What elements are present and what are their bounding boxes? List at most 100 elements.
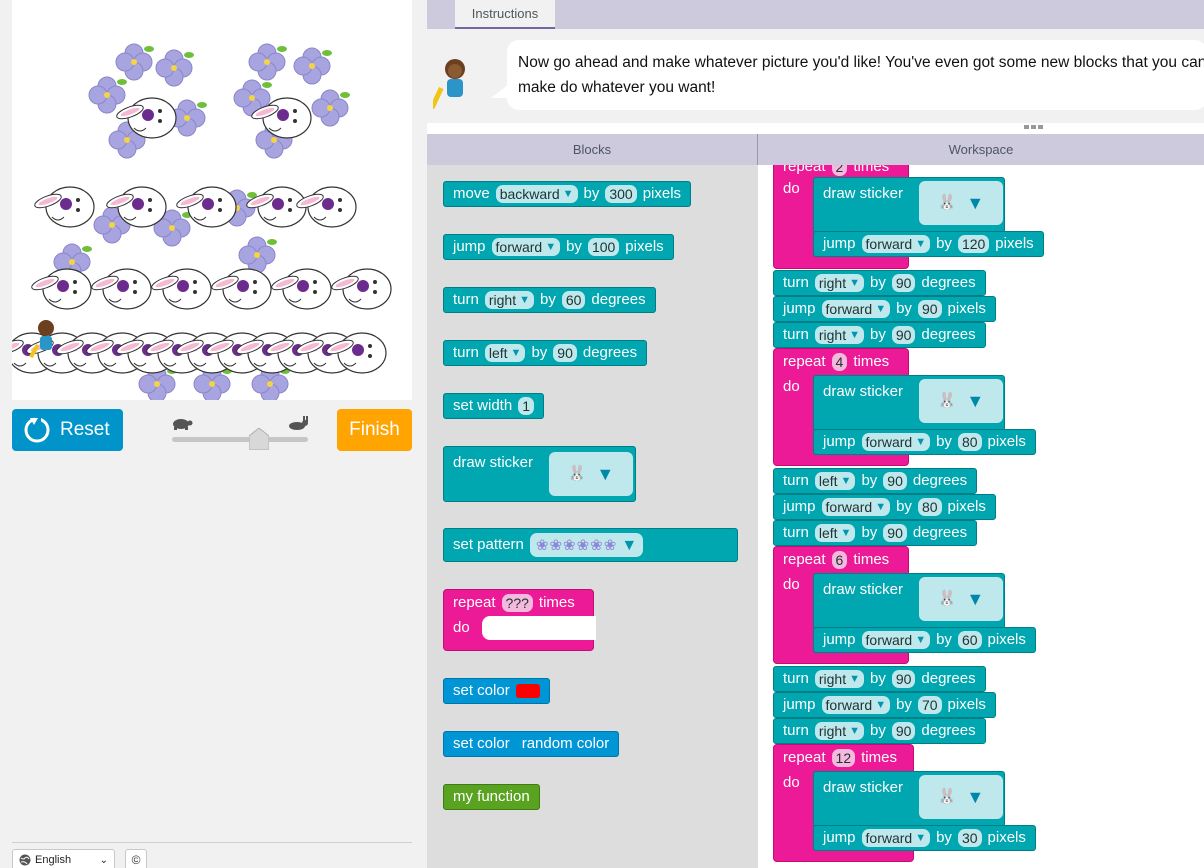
turn-block[interactable]: turn right ▼ by 90 degrees <box>773 666 986 692</box>
turn-block[interactable]: turn right ▼ by 60 degrees <box>443 287 656 313</box>
direction-dropdown[interactable]: forward ▼ <box>821 498 891 516</box>
direction-dropdown[interactable]: forward ▼ <box>861 235 931 253</box>
draw-sticker-block[interactable]: draw sticker 🐰 ▼ <box>813 771 1005 827</box>
turn-block[interactable]: turn right ▼ by 90 degrees <box>773 718 986 744</box>
block-unit: pixels <box>625 238 664 255</box>
draw-sticker-block[interactable]: draw sticker 🐰 ▼ <box>813 375 1005 431</box>
move-block[interactable]: move backward ▼ by 300 pixels <box>443 181 692 207</box>
value-field[interactable]: 90 <box>553 344 577 362</box>
block-by: by <box>936 235 952 252</box>
direction-dropdown[interactable]: forward ▼ <box>821 696 891 714</box>
block-unit: degrees <box>921 274 976 291</box>
turn-block[interactable]: turn left ▼ by 90 degrees <box>773 468 978 494</box>
jump-block[interactable]: jump forward ▼ by 60 pixels <box>813 627 1036 653</box>
value-field[interactable]: 90 <box>891 722 916 740</box>
pattern-dropdown[interactable]: ❀❀❀❀❀❀ ▼ <box>529 533 644 557</box>
value-field[interactable]: 4 <box>831 353 848 371</box>
reset-button[interactable]: Reset <box>12 409 123 451</box>
set-random-color-block[interactable]: set color random color <box>443 731 620 757</box>
value-field[interactable]: 90 <box>891 326 916 344</box>
direction-dropdown[interactable]: right ▼ <box>814 274 864 292</box>
dropdown-arrow-icon: ▼ <box>510 346 522 359</box>
color-swatch[interactable] <box>515 684 540 698</box>
direction-dropdown[interactable]: right ▼ <box>484 291 534 309</box>
draw-sticker-block[interactable]: draw sticker 🐰 ▼ <box>443 446 636 502</box>
value-field[interactable]: 90 <box>917 300 942 318</box>
instructions-tab-label: Instructions <box>471 6 539 21</box>
jump-block[interactable]: jump forward ▼ by 120 pixels <box>813 231 1044 257</box>
turn-block[interactable]: turn left ▼ by 90 degrees <box>773 520 978 546</box>
repeat-block[interactable]: repeat ??? times do <box>443 589 596 651</box>
tab-instructions[interactable]: Instructions <box>455 0 555 29</box>
jump-block[interactable]: jump forward ▼ by 70 pixels <box>773 692 996 718</box>
direction-dropdown[interactable]: forward ▼ <box>861 433 931 451</box>
direction-dropdown[interactable]: forward ▼ <box>821 300 891 318</box>
dropdown-value: forward <box>865 433 913 450</box>
jump-block[interactable]: jump forward ▼ by 90 pixels <box>773 296 996 322</box>
sticker-dropdown[interactable]: 🐰 ▼ <box>549 452 633 496</box>
dropdown-value: forward <box>865 235 913 252</box>
direction-dropdown[interactable]: forward ▼ <box>491 238 561 256</box>
instructions-header: Instructions <box>427 0 1204 29</box>
my-function-block[interactable]: my function <box>443 784 540 810</box>
direction-dropdown[interactable]: forward ▼ <box>861 829 931 847</box>
draw-sticker-block[interactable]: draw sticker 🐰 ▼ <box>813 177 1005 233</box>
direction-dropdown[interactable]: left ▼ <box>814 524 856 542</box>
speed-thumb[interactable] <box>249 428 269 450</box>
finish-button[interactable]: Finish <box>337 409 412 451</box>
value-field[interactable]: 120 <box>957 235 990 253</box>
set-width-block[interactable]: set width 1 <box>443 393 544 419</box>
direction-dropdown[interactable]: left ▼ <box>484 344 526 362</box>
copyright-button[interactable]: © <box>125 849 147 868</box>
sticker-dropdown[interactable]: 🐰 ▼ <box>919 181 1003 225</box>
direction-dropdown[interactable]: left ▼ <box>814 472 856 490</box>
value-field[interactable]: 70 <box>917 696 942 714</box>
block-verb: jump <box>823 631 856 648</box>
value-field[interactable]: 100 <box>587 238 620 256</box>
direction-dropdown[interactable]: forward ▼ <box>861 631 931 649</box>
block-unit: pixels <box>995 235 1034 252</box>
sticker-dropdown[interactable]: 🐰 ▼ <box>919 775 1003 819</box>
direction-dropdown[interactable]: right ▼ <box>814 722 864 740</box>
direction-dropdown[interactable]: backward ▼ <box>495 185 578 203</box>
sticker-dropdown[interactable]: 🐰 ▼ <box>919 577 1003 621</box>
sticker-dropdown[interactable]: 🐰 ▼ <box>919 379 1003 423</box>
value-field[interactable]: 1 <box>518 397 534 415</box>
value-field[interactable]: ??? <box>501 594 533 612</box>
set-pattern-block[interactable]: set pattern ❀❀❀❀❀❀ ▼ <box>443 528 738 562</box>
value-field[interactable]: 60 <box>957 631 982 649</box>
block-verb: turn <box>453 344 479 361</box>
value-field[interactable]: 80 <box>917 498 942 516</box>
value-field[interactable]: 12 <box>831 749 856 767</box>
turn-block[interactable]: turn left ▼ by 90 degrees <box>443 340 648 366</box>
turn-block[interactable]: turn right ▼ by 90 degrees <box>773 270 986 296</box>
jump-block[interactable]: jump forward ▼ by 80 pixels <box>773 494 996 520</box>
jump-block[interactable]: jump forward ▼ by 100 pixels <box>443 234 674 260</box>
jump-block[interactable]: jump forward ▼ by 80 pixels <box>813 429 1036 455</box>
block-by: by <box>539 291 556 308</box>
block-unit: degrees <box>912 524 968 541</box>
value-field[interactable]: 90 <box>891 274 916 292</box>
speed-slider[interactable] <box>170 416 310 450</box>
direction-dropdown[interactable]: right ▼ <box>814 670 864 688</box>
block-label: draw sticker <box>453 454 534 471</box>
turn-block[interactable]: turn right ▼ by 90 degrees <box>773 322 986 348</box>
dropdown-value: forward <box>825 696 873 713</box>
value-field[interactable]: 2 <box>831 165 848 176</box>
language-select[interactable]: English ⌄ <box>12 849 115 868</box>
draw-sticker-block[interactable]: draw sticker 🐰 ▼ <box>813 573 1005 629</box>
set-color-block[interactable]: set color <box>443 678 550 704</box>
value-field[interactable]: 90 <box>883 472 907 490</box>
direction-dropdown[interactable]: right ▼ <box>814 326 864 344</box>
jump-block[interactable]: jump forward ▼ by 30 pixels <box>813 825 1036 851</box>
value-field[interactable]: 90 <box>891 670 916 688</box>
value-field[interactable]: 80 <box>957 433 982 451</box>
value-field[interactable]: 90 <box>883 524 907 542</box>
value-field[interactable]: 300 <box>605 185 637 203</box>
reset-label: Reset <box>60 419 110 440</box>
value-field[interactable]: 30 <box>957 829 982 847</box>
resize-grip[interactable] <box>1024 125 1044 129</box>
block-by: by <box>936 433 952 450</box>
value-field[interactable]: 6 <box>831 551 848 569</box>
value-field[interactable]: 60 <box>561 291 586 309</box>
